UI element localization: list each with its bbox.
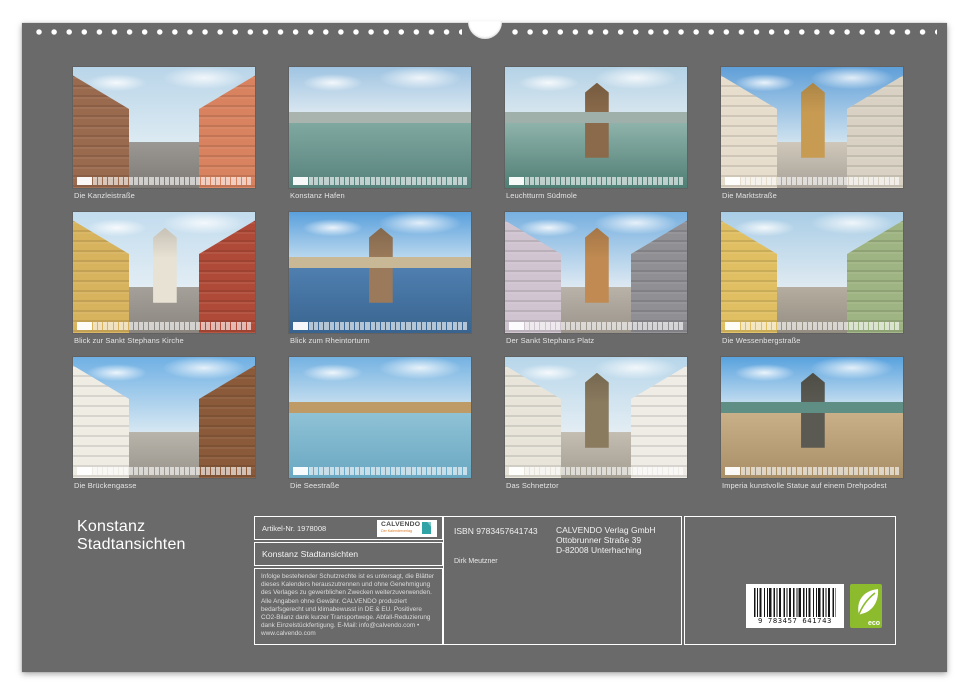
calvendo-logo-name: CALVENDO	[381, 522, 420, 529]
thumbnail-photo	[289, 212, 471, 333]
thumbnail-caption: Konstanz Hafen	[290, 191, 471, 200]
calendar-thumbnail: Blick zum Rheintorturm	[289, 212, 471, 345]
article-number-box: Artikel-Nr. 1978008 CALVENDO Der Kalende…	[254, 516, 443, 540]
calendar-title: Konstanz Stadtansichten	[77, 518, 186, 554]
calendar-thumbnail: Imperia kunstvolle Statue auf einem Dreh…	[721, 357, 903, 490]
publisher-address: CALVENDO Verlag GmbH Ottobrunner Straße …	[556, 525, 656, 555]
calendar-thumbnail: Die Wessenbergstraße	[721, 212, 903, 345]
thumbnail-caption: Die Marktstraße	[722, 191, 903, 200]
mini-calendar-strip	[509, 322, 683, 330]
publisher-line: CALVENDO Verlag GmbH	[556, 525, 656, 535]
article-number: Artikel-Nr. 1978008	[262, 524, 326, 533]
ean-barcode: 9 783457 641743	[746, 584, 844, 628]
thumbnail-photo	[73, 357, 255, 478]
calendar-thumbnail: Blick zur Sankt Stephans Kirche	[73, 212, 255, 345]
mini-calendar-strip	[77, 177, 251, 185]
thumbnail-caption: Der Sankt Stephans Platz	[506, 336, 687, 345]
calendar-thumbnail: Konstanz Hafen	[289, 67, 471, 200]
thumbnail-grid: Die Kanzleistraße Konstanz Hafen Leuchtt…	[73, 67, 903, 490]
calendar-thumbnail: Die Brückengasse	[73, 357, 255, 490]
spiral-binding-holes	[32, 28, 462, 36]
thumbnail-photo	[721, 357, 903, 478]
calendar-back-cover-page: Die Kanzleistraße Konstanz Hafen Leuchtt…	[22, 23, 947, 672]
thumbnail-photo	[721, 212, 903, 333]
mini-calendar-strip	[725, 467, 899, 475]
calendar-title-line1: Konstanz	[77, 518, 186, 536]
thumbnail-photo	[505, 357, 687, 478]
spiral-binding-holes	[508, 28, 937, 36]
calendar-thumbnail: Die Seestraße	[289, 357, 471, 490]
thumbnail-photo	[73, 212, 255, 333]
thumbnail-caption: Blick zur Sankt Stephans Kirche	[74, 336, 255, 345]
thumbnail-photo	[721, 67, 903, 188]
thumbnail-photo	[289, 357, 471, 478]
thumbnail-caption: Blick zum Rheintorturm	[290, 336, 471, 345]
publisher-line: D-82008 Unterhaching	[556, 545, 656, 555]
calvendo-logo-tagline: Der Kalenderverlag	[381, 530, 420, 534]
barcode-box: 9 783457 641743 eco	[684, 516, 896, 645]
calendar-thumbnail: Der Sankt Stephans Platz	[505, 212, 687, 345]
mini-calendar-strip	[77, 322, 251, 330]
mini-calendar-strip	[293, 322, 467, 330]
calendar-title-box: Konstanz Stadtansichten	[254, 542, 443, 566]
mini-calendar-strip	[725, 322, 899, 330]
mini-calendar-strip	[725, 177, 899, 185]
calendar-thumbnail: Das Schnetztor	[505, 357, 687, 490]
thumbnail-photo	[73, 67, 255, 188]
mini-calendar-strip	[293, 177, 467, 185]
thumbnail-caption: Das Schnetztor	[506, 481, 687, 490]
calvendo-logo: CALVENDO Der Kalenderverlag	[377, 520, 437, 537]
thumbnail-photo	[289, 67, 471, 188]
calendar-title-small: Konstanz Stadtansichten	[262, 549, 358, 559]
calendar-thumbnail: Leuchtturm Südmole	[505, 67, 687, 200]
legal-notice-text: Infolge bestehender Schutzrechte ist es …	[261, 573, 436, 639]
eco-logo: eco	[850, 584, 882, 628]
thumbnail-photo	[505, 67, 687, 188]
mini-calendar-strip	[77, 467, 251, 475]
barcode-digits: 9 783457 641743	[746, 616, 844, 625]
thumbnail-photo	[505, 212, 687, 333]
hanger-notch	[468, 21, 502, 39]
thumbnail-caption: Leuchtturm Südmole	[506, 191, 687, 200]
publisher-box: ISBN 9783457641743 CALVENDO Verlag GmbH …	[443, 516, 682, 645]
eco-label: eco	[868, 620, 880, 627]
mini-calendar-strip	[509, 177, 683, 185]
mini-calendar-strip	[509, 467, 683, 475]
thumbnail-caption: Die Wessenbergstraße	[722, 336, 903, 345]
calendar-thumbnail: Die Kanzleistraße	[73, 67, 255, 200]
thumbnail-caption: Imperia kunstvolle Statue auf einem Dreh…	[722, 481, 903, 490]
thumbnail-caption: Die Kanzleistraße	[74, 191, 255, 200]
eco-leaf-icon	[852, 586, 880, 620]
barcode-bars-icon	[754, 588, 836, 617]
thumbnail-caption: Die Brückengasse	[74, 481, 255, 490]
isbn-number: ISBN 9783457641743	[454, 526, 538, 536]
calvendo-logo-icon	[422, 522, 431, 534]
thumbnail-caption: Die Seestraße	[290, 481, 471, 490]
calendar-title-line2: Stadtansichten	[77, 536, 186, 554]
publisher-line: Ottobrunner Straße 39	[556, 535, 656, 545]
calendar-thumbnail: Die Marktstraße	[721, 67, 903, 200]
legal-notice-box: Infolge bestehender Schutzrechte ist es …	[254, 568, 443, 645]
mini-calendar-strip	[293, 467, 467, 475]
author-name: Dirk Meutzner	[454, 558, 498, 565]
